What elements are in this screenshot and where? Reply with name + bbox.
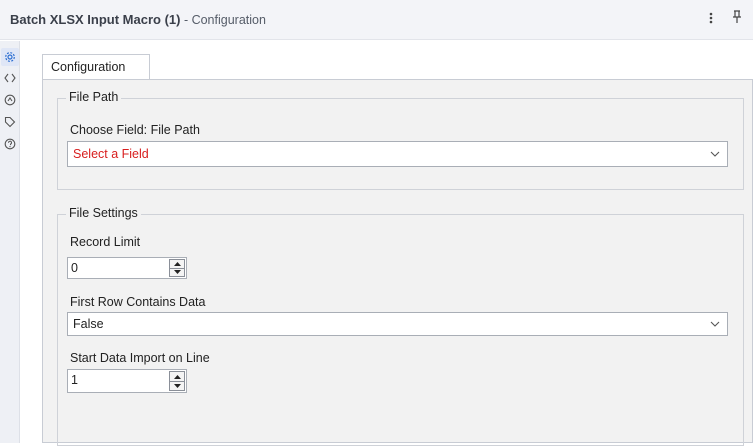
start-line-label: Start Data Import on Line bbox=[70, 351, 210, 365]
sidebar bbox=[0, 41, 20, 443]
chevron-down-icon bbox=[710, 151, 720, 157]
first-row-select[interactable]: False bbox=[67, 312, 728, 336]
help-icon bbox=[4, 138, 16, 150]
pin-icon bbox=[733, 10, 741, 23]
record-limit-decrement[interactable] bbox=[170, 268, 184, 276]
caret-up-icon bbox=[173, 262, 181, 266]
file-path-field-value: Select a Field bbox=[73, 147, 149, 161]
window-subtitle: - Configuration bbox=[180, 13, 266, 27]
file-path-group-title: File Path bbox=[66, 90, 122, 104]
start-line-decrement[interactable] bbox=[170, 381, 184, 390]
tab-configuration[interactable]: Configuration bbox=[42, 54, 150, 80]
tag-icon bbox=[4, 116, 16, 128]
sidebar-help-button[interactable] bbox=[3, 137, 17, 151]
record-limit-spin-buttons bbox=[169, 259, 185, 277]
sidebar-output-button[interactable] bbox=[3, 93, 17, 107]
record-limit-stepper[interactable]: 0 bbox=[67, 257, 187, 279]
chevron-down-icon bbox=[710, 321, 720, 327]
start-line-spin-buttons bbox=[169, 371, 185, 391]
caret-down-icon bbox=[173, 383, 181, 388]
kebab-icon bbox=[709, 12, 713, 24]
gear-icon bbox=[5, 52, 15, 62]
sidebar-annotation-button[interactable] bbox=[3, 71, 17, 85]
pin-button[interactable] bbox=[729, 10, 745, 28]
window-title-text: Batch XLSX Input Macro (1) bbox=[10, 12, 181, 27]
sidebar-configuration-button[interactable] bbox=[1, 48, 19, 66]
sidebar-tag-button[interactable] bbox=[3, 115, 17, 129]
record-limit-label: Record Limit bbox=[70, 235, 141, 249]
caret-down-icon bbox=[173, 270, 181, 274]
caret-up-icon bbox=[173, 374, 181, 379]
record-limit-value: 0 bbox=[71, 261, 78, 275]
file-path-group: File Path Choose Field: File Path Select… bbox=[57, 90, 744, 190]
circle-arrow-icon bbox=[4, 94, 16, 106]
file-settings-group-title: File Settings bbox=[66, 206, 141, 220]
window-title: Batch XLSX Input Macro (1) - Configurati… bbox=[10, 12, 266, 27]
more-options-button[interactable] bbox=[703, 10, 719, 28]
start-line-stepper[interactable]: 1 bbox=[67, 369, 187, 393]
first-row-value: False bbox=[73, 317, 104, 331]
title-bar: Batch XLSX Input Macro (1) - Configurati… bbox=[0, 0, 753, 40]
choose-field-label: Choose Field: File Path bbox=[70, 123, 200, 137]
configuration-panel: File Path Choose Field: File Path Select… bbox=[42, 79, 753, 446]
start-line-value: 1 bbox=[71, 373, 78, 387]
first-row-label: First Row Contains Data bbox=[70, 295, 206, 309]
file-settings-group: File Settings Record Limit 0 First Row C… bbox=[57, 206, 744, 446]
file-path-field-select[interactable]: Select a Field bbox=[67, 141, 728, 167]
code-icon bbox=[4, 73, 16, 83]
